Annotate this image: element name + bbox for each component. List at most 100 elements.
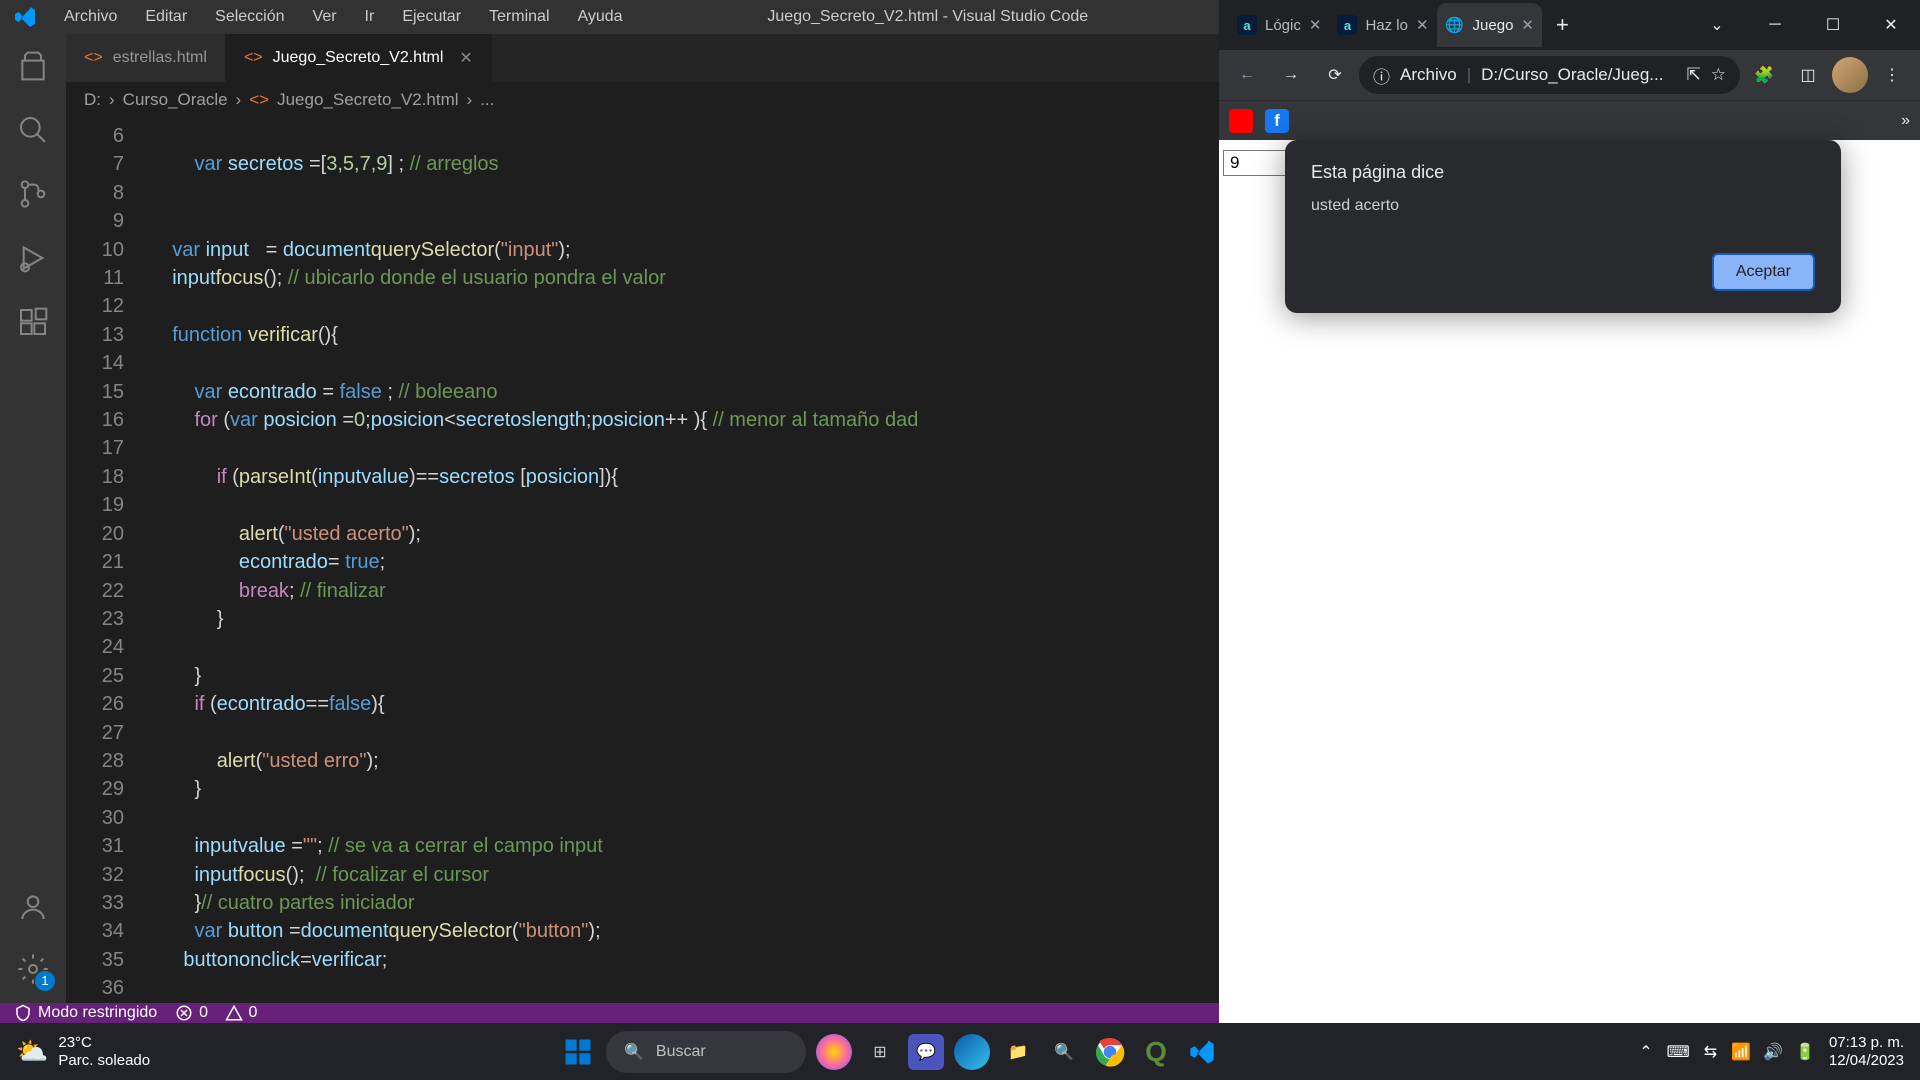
youtube-bookmark-icon[interactable] bbox=[1229, 109, 1253, 133]
browser-tab-active[interactable]: 🌐 Juego ✕ bbox=[1437, 3, 1542, 47]
chrome-icon[interactable] bbox=[1092, 1034, 1128, 1070]
run-debug-icon[interactable] bbox=[17, 242, 49, 274]
bookmarks-bar: f » bbox=[1219, 100, 1920, 140]
battery-icon[interactable]: 🔋 bbox=[1795, 1042, 1815, 1062]
chevron-right-icon: › bbox=[467, 90, 473, 110]
omnibox-separator: | bbox=[1467, 65, 1471, 85]
menu-bar: Archivo Editar Selección Ver Ir Ejecutar… bbox=[50, 0, 637, 34]
tab-juego-secreto[interactable]: <>Juego_Secreto_V2.html✕ bbox=[226, 34, 492, 82]
teams-icon[interactable]: 💬 bbox=[908, 1034, 944, 1070]
close-icon[interactable]: ✕ bbox=[1521, 16, 1534, 34]
weather-condition: Parc. soleado bbox=[58, 1052, 150, 1070]
tab-estrellas[interactable]: <>estrellas.html bbox=[66, 34, 226, 82]
wifi-icon[interactable]: 📶 bbox=[1731, 1042, 1751, 1062]
code-editor[interactable]: 6789101112131415161718192021222324252627… bbox=[66, 118, 1219, 1003]
accept-button[interactable]: Aceptar bbox=[1712, 253, 1815, 291]
tab-title: Juego bbox=[1473, 17, 1514, 34]
sidepanel-icon[interactable]: ◫ bbox=[1788, 55, 1828, 95]
facebook-bookmark-icon[interactable]: f bbox=[1265, 109, 1289, 133]
app-icon[interactable]: 🔍 bbox=[1046, 1034, 1082, 1070]
menu-terminal[interactable]: Terminal bbox=[475, 0, 563, 34]
close-button[interactable]: ✕ bbox=[1862, 5, 1920, 45]
profile-avatar[interactable] bbox=[1832, 57, 1868, 93]
breadcrumb-segment[interactable]: Curso_Oracle bbox=[123, 90, 228, 110]
globe-icon: 🌐 bbox=[1445, 15, 1465, 35]
menu-file[interactable]: Archivo bbox=[50, 0, 131, 34]
site-icon: a bbox=[1237, 15, 1257, 35]
close-icon[interactable]: ✕ bbox=[1416, 16, 1429, 34]
dialog-message: usted acerto bbox=[1311, 197, 1815, 215]
tray-sync-icon[interactable]: ⇆ bbox=[1704, 1042, 1717, 1062]
search-icon[interactable] bbox=[17, 114, 49, 146]
line-numbers: 6789101112131415161718192021222324252627… bbox=[66, 118, 150, 1003]
qgis-icon[interactable]: Q bbox=[1138, 1034, 1174, 1070]
tab-label: Juego_Secreto_V2.html bbox=[273, 49, 444, 67]
browser-tab[interactable]: aHaz lo✕ bbox=[1329, 3, 1436, 47]
menu-icon[interactable]: ⋮ bbox=[1872, 55, 1912, 95]
vscode-taskbar-icon[interactable] bbox=[1184, 1034, 1220, 1070]
copilot-icon[interactable] bbox=[816, 1034, 852, 1070]
breadcrumb-more[interactable]: ... bbox=[480, 90, 494, 110]
settings-icon[interactable]: 1 bbox=[17, 953, 49, 985]
chrome-window: aLógic✕ a Haz lo ✕ 🌐 Juego ✕ + ⌄ ─ ☐ ✕ ← → ⟳… bbox=[1219, 0, 1920, 1023]
weather-widget[interactable]: ⛅ 23°CParc. soleado bbox=[0, 1034, 166, 1070]
tab-title: Haz lo bbox=[1365, 17, 1408, 34]
browser-tab[interactable]: aLógic✕ bbox=[1229, 3, 1329, 47]
breadcrumb-segment[interactable]: Juego_Secreto_V2.html bbox=[277, 90, 458, 110]
menu-edit[interactable]: Editar bbox=[131, 0, 201, 34]
address-bar[interactable]: ⓘ Archivo | D:/Curso_Oracle/Jueg... ⇱ ☆ bbox=[1359, 56, 1740, 94]
edge-icon[interactable] bbox=[954, 1034, 990, 1070]
minimize-button[interactable]: ─ bbox=[1746, 5, 1804, 45]
bookmark-star-icon[interactable]: ☆ bbox=[1711, 65, 1726, 85]
settings-badge: 1 bbox=[35, 971, 55, 991]
share-icon[interactable]: ⇱ bbox=[1687, 65, 1701, 85]
tab-label: estrellas.html bbox=[113, 49, 207, 67]
status-bar: Modo restringido 0 0 bbox=[0, 1003, 1219, 1023]
volume-icon[interactable]: 🔊 bbox=[1763, 1042, 1783, 1062]
extensions-icon[interactable] bbox=[17, 306, 49, 338]
forward-button[interactable]: → bbox=[1271, 55, 1311, 95]
task-view-icon[interactable]: ⊞ bbox=[862, 1034, 898, 1070]
back-button[interactable]: ← bbox=[1227, 55, 1267, 95]
menu-help[interactable]: Ayuda bbox=[564, 0, 637, 34]
source-control-icon[interactable] bbox=[17, 178, 49, 210]
start-button[interactable] bbox=[560, 1034, 596, 1070]
chevron-right-icon: › bbox=[236, 90, 242, 110]
tray-keyboard-icon[interactable]: ⌨ bbox=[1667, 1042, 1690, 1062]
taskbar-center: 🔍Buscar ⊞ 💬 📁 🔍 Q bbox=[560, 1031, 1220, 1073]
reload-button[interactable]: ⟳ bbox=[1315, 55, 1355, 95]
new-tab-button[interactable]: + bbox=[1542, 12, 1583, 38]
clock[interactable]: 07:13 p. m.12/04/2023 bbox=[1829, 1034, 1904, 1070]
restricted-mode[interactable]: Modo restringido bbox=[14, 1004, 157, 1022]
file-explorer-icon[interactable]: 📁 bbox=[1000, 1034, 1036, 1070]
system-tray: ⌃ ⌨ ⇆ 📶 🔊 🔋 07:13 p. m.12/04/2023 bbox=[1639, 1034, 1920, 1070]
close-icon[interactable]: ✕ bbox=[459, 48, 472, 68]
close-icon[interactable]: ✕ bbox=[1309, 16, 1322, 34]
windows-taskbar: ⛅ 23°CParc. soleado 🔍Buscar ⊞ 💬 📁 🔍 Q ⌃ … bbox=[0, 1023, 1920, 1080]
menu-view[interactable]: Ver bbox=[299, 0, 351, 34]
weather-icon: ⛅ bbox=[16, 1036, 48, 1067]
bookmarks-overflow[interactable]: » bbox=[1901, 112, 1910, 130]
menu-run[interactable]: Ejecutar bbox=[388, 0, 475, 34]
chevron-down-icon[interactable]: ⌄ bbox=[1688, 5, 1746, 45]
omnibox-scheme: Archivo bbox=[1400, 65, 1457, 85]
extensions-icon[interactable]: 🧩 bbox=[1744, 55, 1784, 95]
maximize-button[interactable]: ☐ bbox=[1804, 5, 1862, 45]
breadcrumb[interactable]: D:› Curso_Oracle› <>Juego_Secreto_V2.htm… bbox=[66, 82, 1219, 118]
chevron-right-icon: › bbox=[109, 90, 115, 110]
breadcrumb-segment[interactable]: D: bbox=[84, 90, 101, 110]
accounts-icon[interactable] bbox=[17, 891, 49, 923]
page-content: Esta página dice usted acerto Aceptar bbox=[1219, 140, 1920, 1023]
date: 12/04/2023 bbox=[1829, 1052, 1904, 1070]
explorer-icon[interactable] bbox=[17, 50, 49, 82]
code-content[interactable]: var secretos =[3,5,7,9] ; // arreglos va… bbox=[150, 118, 1219, 1003]
menu-selection[interactable]: Selección bbox=[201, 0, 298, 34]
menu-go[interactable]: Ir bbox=[351, 0, 389, 34]
javascript-alert-dialog: Esta página dice usted acerto Aceptar bbox=[1285, 140, 1841, 313]
tray-chevron-icon[interactable]: ⌃ bbox=[1639, 1042, 1652, 1062]
taskbar-search[interactable]: 🔍Buscar bbox=[606, 1031, 806, 1073]
vscode-logo-icon bbox=[0, 5, 50, 29]
problems[interactable]: 0 0 bbox=[175, 1004, 257, 1022]
info-icon: ⓘ bbox=[1373, 63, 1390, 88]
time: 07:13 p. m. bbox=[1829, 1034, 1904, 1052]
